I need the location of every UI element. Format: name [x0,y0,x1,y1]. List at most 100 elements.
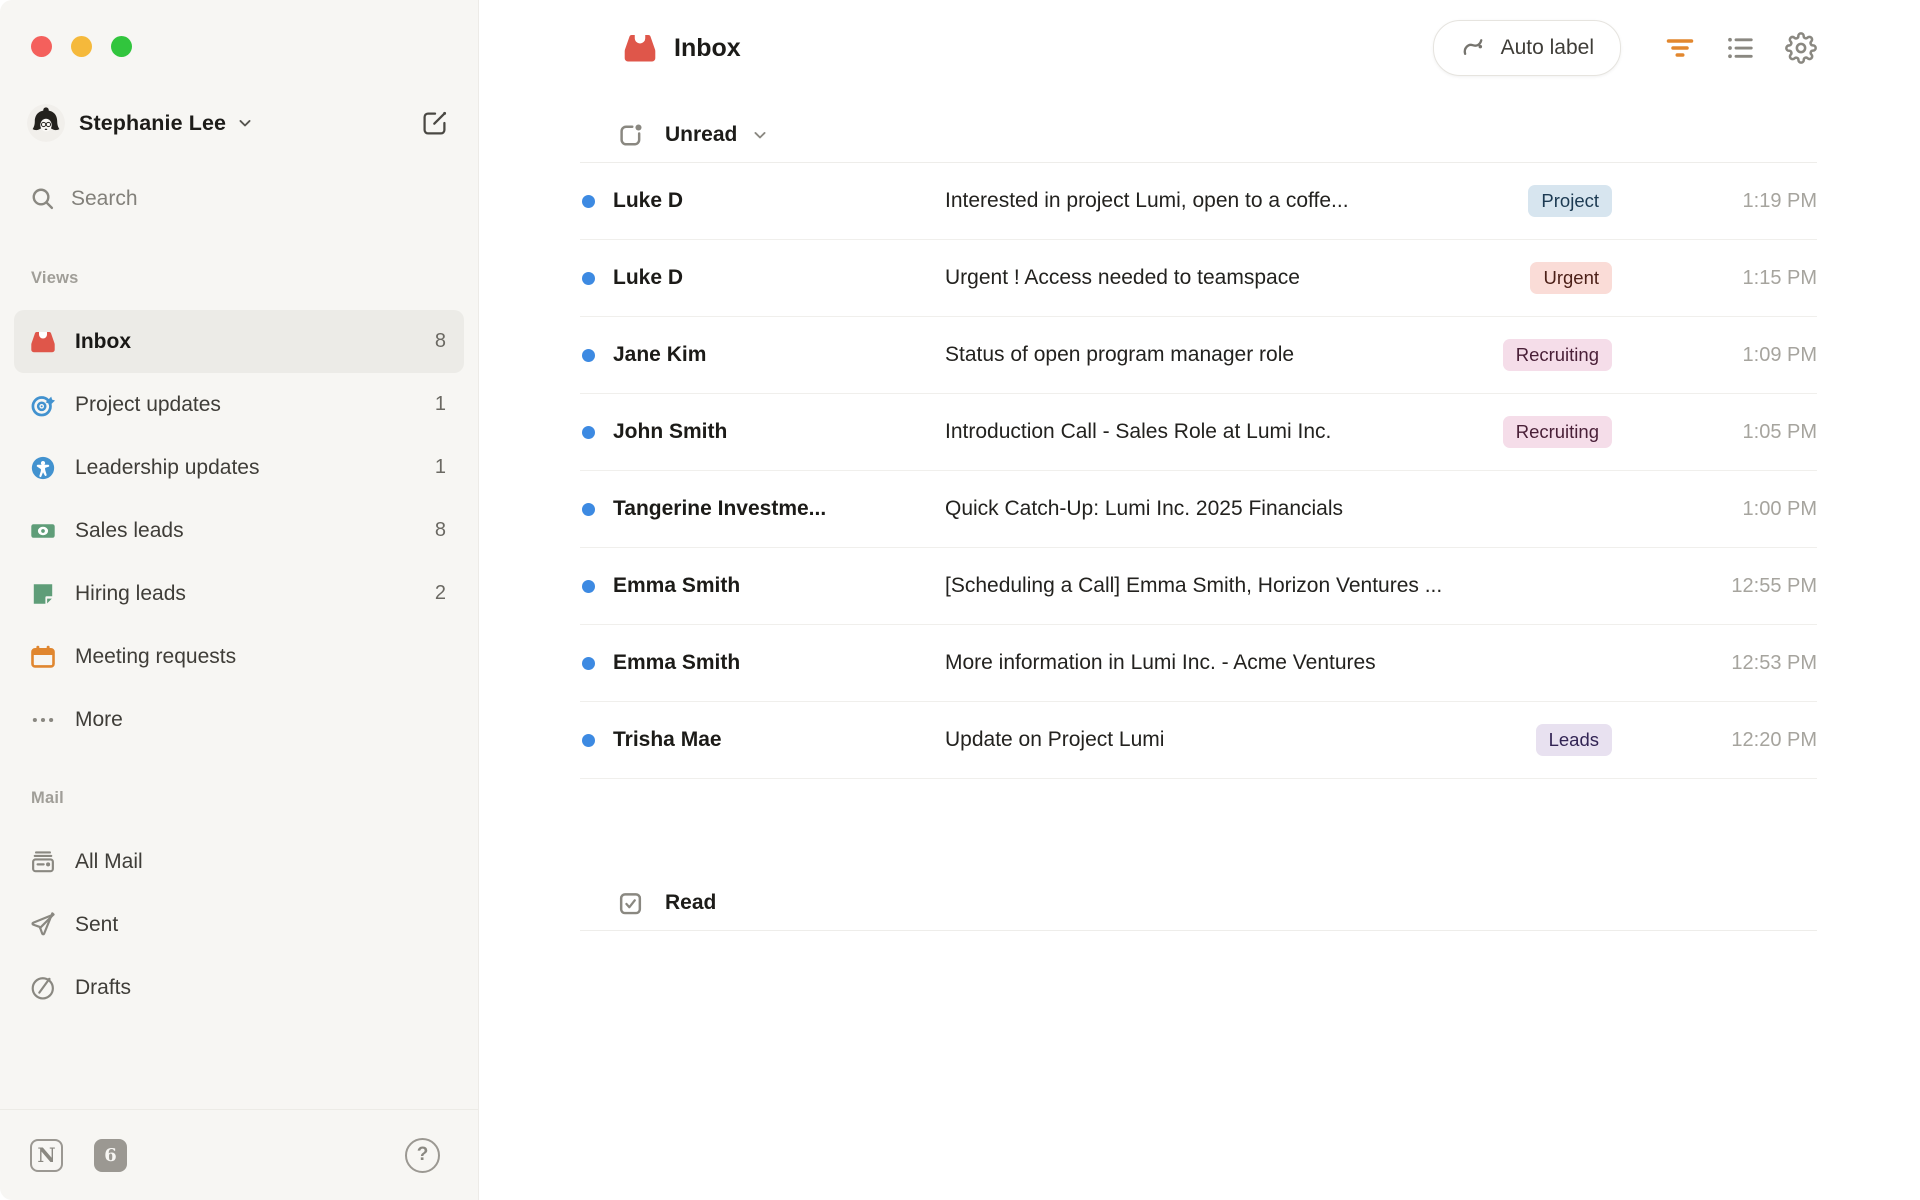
inbox-icon [30,329,56,355]
email-subject: Update on Project Lumi [945,728,1165,751]
unread-dot[interactable] [582,656,595,670]
views-nav: Inbox 8 Project updates 1 Leadership upd… [14,310,464,751]
calendar-app-icon[interactable]: 6 [94,1138,127,1172]
email-row[interactable]: Emma Smith More information in Lumi Inc.… [580,625,1817,702]
email-label-pill: Project [1528,185,1612,217]
sidebar-item-meeting-requests[interactable]: Meeting requests [14,625,464,688]
auto-label-wand-icon [1460,34,1488,62]
calendar-icon [30,644,56,670]
sidebar-item-count: 2 [434,582,446,604]
search-placeholder: Search [71,186,138,210]
email-subject: [Scheduling a Call] Emma Smith, Horizon … [945,574,1443,597]
email-label-pill: Urgent [1530,262,1612,294]
email-label-pill: Recruiting [1502,416,1612,448]
sidebar-item-sent[interactable]: Sent [14,893,464,956]
page-title: Inbox [674,33,741,62]
sidebar-item-inbox[interactable]: Inbox 8 [14,310,464,373]
sidebar-item-label: Sent [75,912,119,936]
send-icon [30,911,56,938]
sidebar-item-sales-leads[interactable]: Sales leads 8 [14,499,464,562]
unread-square-icon [617,122,644,149]
email-row-project[interactable]: Luke D Interested in project Lumi, open … [580,163,1817,240]
unread-section-label: Unread [665,123,738,146]
email-time: 1:00 PM [1742,497,1817,520]
close-button[interactable] [31,36,52,57]
read-section-label: Read [665,891,717,914]
account-switcher[interactable]: Stephanie Lee [27,104,448,142]
sidebar-item-leadership-updates[interactable]: Leadership updates 1 [14,436,464,499]
sidebar-item-count: 8 [434,519,446,541]
main-header: Inbox Auto label [580,0,1817,96]
help-icon[interactable]: ? [405,1137,440,1173]
email-subject: Urgent ! Access needed to teamspace [945,266,1300,289]
email-list: Luke D Interested in project Lumi, open … [580,163,1817,779]
sidebar-item-more[interactable]: More [14,688,464,751]
account-name: Stephanie Lee [79,110,227,135]
unread-dot[interactable] [582,425,595,439]
email-row[interactable]: Emma Smith [Scheduling a Call] Emma Smit… [580,548,1817,625]
sidebar-item-label: Meeting requests [75,644,237,668]
views-section-label: Views [31,269,79,287]
email-subject: Introduction Call - Sales Role at Lumi I… [945,420,1332,443]
unread-dot[interactable] [582,502,595,516]
email-sender: John Smith [613,420,728,443]
email-subject: Quick Catch-Up: Lumi Inc. 2025 Financial… [945,497,1344,520]
settings-gear-icon[interactable] [1785,32,1817,64]
unread-dot[interactable] [582,579,595,593]
sidebar-item-count: 1 [434,393,446,415]
mail-section-label: Mail [31,789,64,807]
auto-label-button[interactable]: Auto label [1432,20,1621,76]
notion-app-icon[interactable]: N [30,1138,63,1172]
sidebar-item-label: More [75,707,123,731]
search-input[interactable]: Search [30,186,450,211]
email-row-leads[interactable]: Trisha Mae Update on Project Lumi Leads … [580,702,1817,779]
email-sender: Luke D [613,266,684,289]
unread-section-header[interactable]: Unread [580,108,1817,163]
email-time: 12:20 PM [1731,728,1817,751]
target-icon [30,392,56,418]
chevron-down-icon [750,125,770,145]
sidebar: Stephanie Lee Search Views Inbox 8 Proje… [0,0,479,1200]
email-row-urgent[interactable]: Luke D Urgent ! Access needed to teamspa… [580,240,1817,317]
email-row-recruiting[interactable]: John Smith Introduction Call - Sales Rol… [580,394,1817,471]
compose-button[interactable] [421,110,448,137]
sidebar-item-label: Drafts [75,975,132,999]
minimize-button[interactable] [71,36,92,57]
unread-dot[interactable] [582,733,595,747]
email-subject: More information in Lumi Inc. - Acme Ven… [945,651,1376,674]
unread-dot[interactable] [582,271,595,285]
unread-dot[interactable] [582,194,595,208]
dots-icon [30,707,56,733]
sidebar-item-label: Sales leads [75,518,184,542]
email-row-recruiting[interactable]: Jane Kim Status of open program manager … [580,317,1817,394]
email-row[interactable]: Tangerine Investme... Quick Catch-Up: Lu… [580,471,1817,548]
sidebar-item-label: All Mail [75,849,143,873]
email-sender: Emma Smith [613,651,741,674]
draft-icon [30,975,56,1001]
list-view-icon[interactable] [1725,33,1755,63]
sidebar-item-drafts[interactable]: Drafts [14,956,464,1019]
filter-icon[interactable] [1665,33,1695,63]
email-sender: Luke D [613,189,684,212]
zoom-button[interactable] [111,36,132,57]
email-sender: Emma Smith [613,574,741,597]
email-time: 12:55 PM [1731,574,1817,597]
avatar [27,104,65,142]
note-icon [30,581,56,607]
money-icon [30,518,56,544]
sidebar-item-hiring-leads[interactable]: Hiring leads 2 [14,562,464,625]
mail-nav: All Mail Sent Drafts [14,830,464,1019]
email-time: 1:19 PM [1742,189,1817,212]
read-section-header[interactable]: Read [580,876,1817,931]
unread-dot[interactable] [582,348,595,362]
sidebar-item-all-mail[interactable]: All Mail [14,830,464,893]
person-icon [30,455,56,481]
email-sender: Jane Kim [613,343,707,366]
sidebar-item-project-updates[interactable]: Project updates 1 [14,373,464,436]
chevron-down-icon [235,113,255,133]
email-time: 1:05 PM [1742,420,1817,443]
sidebar-footer: N 6 ? [0,1109,478,1200]
email-label-pill: Leads [1535,724,1612,756]
search-icon [30,186,55,211]
sidebar-item-count: 1 [434,456,446,478]
